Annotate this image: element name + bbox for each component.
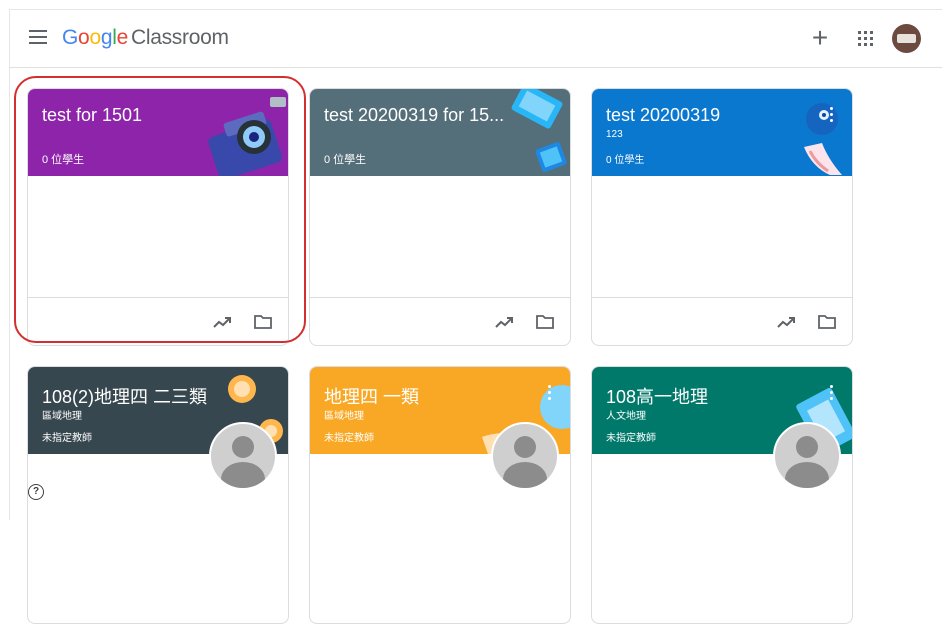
trending-icon[interactable] — [494, 314, 514, 330]
logo-letter: o — [89, 26, 101, 49]
class-section: 區域地理 — [324, 411, 364, 422]
apps-grid-icon[interactable] — [858, 31, 874, 47]
class-title[interactable]: test for 1501 — [42, 105, 142, 126]
class-banner[interactable]: test 20200319 123 0 位學生 — [592, 89, 852, 176]
class-card-108-2-geography[interactable]: 108(2)地理四 二三類 區域地理 未指定教師 — [27, 366, 289, 624]
class-student-count: 0 位學生 — [42, 154, 85, 166]
app-bar: Google Classroom + — [10, 10, 942, 68]
class-student-count: 0 位學生 — [606, 155, 645, 166]
more-vert-icon[interactable] — [830, 107, 834, 123]
class-section: 區域地理 — [42, 411, 82, 422]
plus-icon[interactable]: + — [809, 24, 831, 52]
class-teacher: 未指定教師 — [324, 433, 374, 444]
folder-icon[interactable] — [818, 315, 836, 329]
logo-letter: o — [78, 26, 90, 49]
logo-letter: e — [116, 26, 129, 49]
class-banner[interactable]: test for 1501 0 位學生 — [28, 89, 288, 176]
account-avatar[interactable] — [892, 24, 921, 53]
menu-icon[interactable] — [29, 30, 47, 46]
logo-letter: G — [62, 26, 79, 49]
class-title[interactable]: 地理四 一類 — [324, 383, 419, 409]
class-card-footer — [310, 297, 570, 345]
class-teacher: 未指定教師 — [606, 433, 656, 444]
class-card-footer — [592, 297, 852, 345]
teacher-avatar — [773, 422, 841, 490]
teacher-avatar — [209, 422, 277, 490]
teacher-avatar — [491, 422, 559, 490]
class-title[interactable]: 108高一地理 — [606, 383, 708, 409]
google-classroom-logo[interactable]: Google Classroom — [62, 26, 229, 50]
class-section: 人文地理 — [606, 411, 646, 422]
trending-icon[interactable] — [212, 314, 232, 330]
class-section: 123 — [606, 129, 623, 140]
class-banner[interactable]: test 20200319 for 15... 0 位學生 — [310, 89, 570, 176]
class-title[interactable]: test 20200319 for 15... — [324, 105, 504, 126]
class-card-test-20200319-for-15[interactable]: test 20200319 for 15... 0 位學生 — [309, 88, 571, 346]
class-card-108-grade10-geography[interactable]: 108高一地理 人文地理 未指定教師 — [591, 366, 853, 624]
more-vert-icon[interactable] — [830, 385, 834, 401]
class-title[interactable]: 108(2)地理四 二三類 — [42, 383, 207, 409]
class-title[interactable]: test 20200319 — [606, 105, 720, 126]
help-icon[interactable]: ? — [28, 484, 44, 500]
more-vert-icon[interactable] — [548, 385, 552, 401]
logo-letter: g — [100, 26, 113, 49]
class-student-count: 0 位學生 — [324, 154, 367, 166]
class-card-geography-4-1[interactable]: 地理四 一類 區域地理 未指定教師 — [309, 366, 571, 624]
product-name: Classroom — [130, 26, 229, 49]
class-card-footer — [28, 297, 288, 345]
trending-icon[interactable] — [776, 314, 796, 330]
folder-icon[interactable] — [254, 315, 272, 329]
class-card-test-for-1501[interactable]: test for 1501 0 位學生 — [27, 88, 289, 346]
folder-icon[interactable] — [536, 315, 554, 329]
class-teacher: 未指定教師 — [42, 433, 92, 444]
class-card-test-20200319[interactable]: test 20200319 123 0 位學生 — [591, 88, 853, 346]
